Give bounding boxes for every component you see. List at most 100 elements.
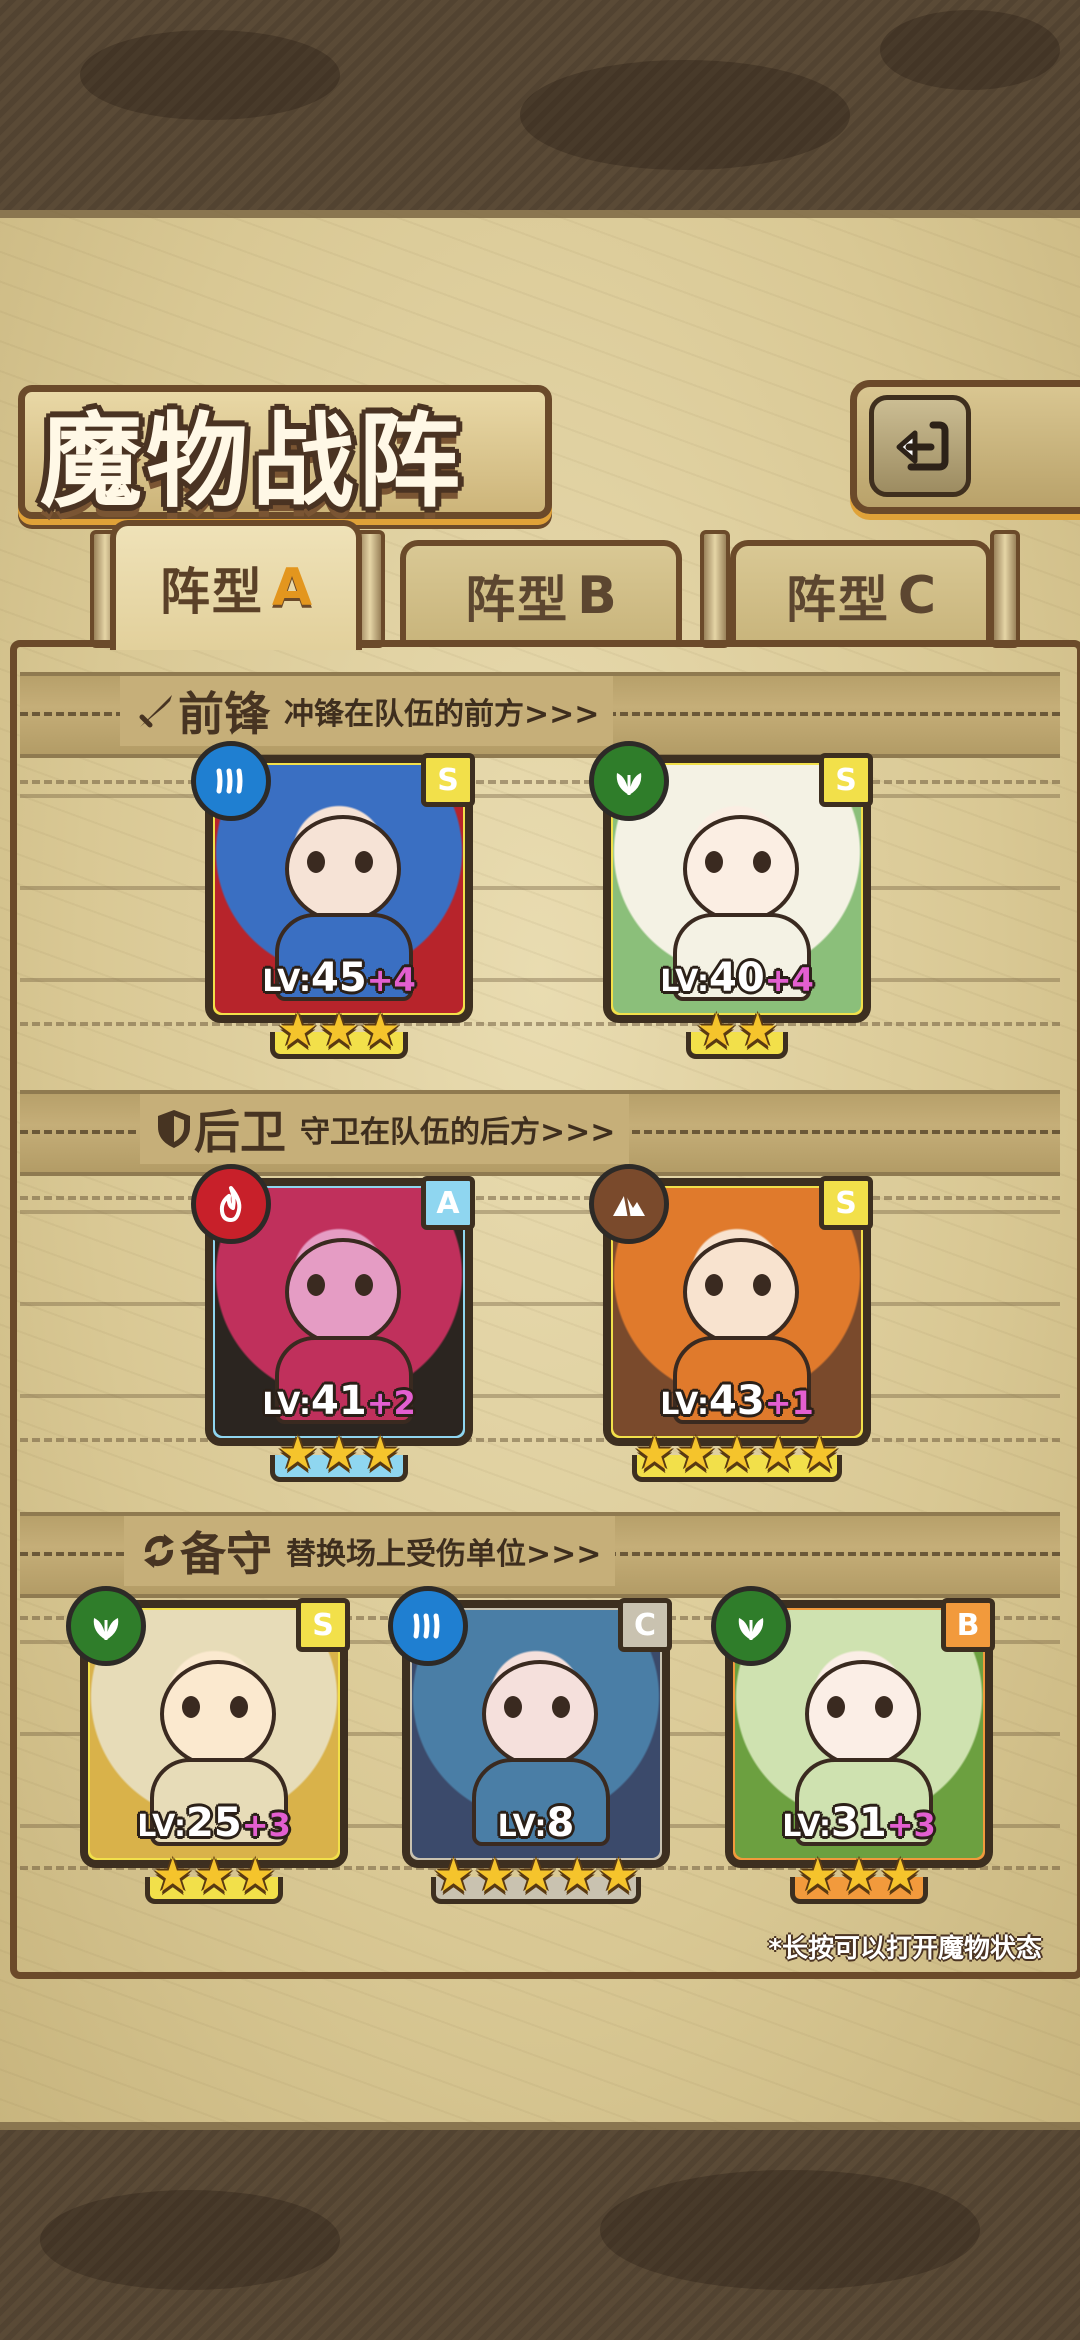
level-value: 43 bbox=[709, 1378, 765, 1424]
tab-formation-c[interactable]: 阵型 C bbox=[730, 540, 992, 646]
water-icon bbox=[388, 1586, 468, 1666]
level-value: 40 bbox=[709, 955, 765, 1001]
level-prefix: LV: bbox=[262, 1387, 312, 1422]
tab-formation-b[interactable]: 阵型 B bbox=[400, 540, 682, 646]
star-rating: ★ ★ bbox=[696, 1007, 779, 1053]
star-icon: ★ bbox=[675, 1426, 717, 1480]
level-label: LV:41+2 bbox=[205, 1378, 473, 1424]
star-rating: ★ ★ ★ bbox=[797, 1852, 921, 1898]
level-bonus: +3 bbox=[886, 1806, 936, 1844]
section-desc: 冲锋在队伍的前方>>> bbox=[284, 697, 600, 732]
star-icon: ★ bbox=[838, 1848, 880, 1902]
star-icon: ★ bbox=[474, 1848, 516, 1902]
monster-card-front[interactable]: S LV:40+4 ★ ★ bbox=[589, 741, 873, 1059]
level-label: LV:40+4 bbox=[603, 955, 871, 1001]
star-icon: ★ bbox=[318, 1426, 360, 1480]
star-icon: ★ bbox=[152, 1848, 194, 1902]
rank-badge: A bbox=[421, 1176, 475, 1230]
rank-badge: C bbox=[618, 1598, 672, 1652]
section-title-back: 后卫 守卫在队伍的后方>>> bbox=[140, 1094, 630, 1164]
rank-badge: S bbox=[421, 753, 475, 807]
star-icon: ★ bbox=[234, 1848, 276, 1902]
monster-card-front[interactable]: S LV:45+4 ★ ★ ★ bbox=[191, 741, 475, 1059]
long-press-hint: *长按可以打开魔物状态 bbox=[768, 1934, 1042, 1964]
star-icon: ★ bbox=[879, 1848, 921, 1902]
monster-card-reserve[interactable]: S LV:25+3 ★ ★ ★ bbox=[66, 1586, 350, 1904]
star-icon: ★ bbox=[359, 1426, 401, 1480]
fire-icon bbox=[191, 1164, 271, 1244]
monster-card-reserve[interactable]: B LV:31+3 ★ ★ ★ bbox=[711, 1586, 995, 1904]
star-icon: ★ bbox=[277, 1426, 319, 1480]
level-prefix: LV: bbox=[782, 1809, 832, 1844]
mountain-icon bbox=[589, 1164, 669, 1244]
star-icon: ★ bbox=[556, 1848, 598, 1902]
star-icon: ★ bbox=[633, 1426, 676, 1480]
level-value: 41 bbox=[311, 1378, 367, 1424]
map-background-bottom bbox=[0, 2130, 1080, 2340]
level-label: LV:43+1 bbox=[603, 1378, 871, 1424]
star-icon: ★ bbox=[193, 1848, 235, 1902]
level-prefix: LV: bbox=[497, 1809, 547, 1844]
star-icon: ★ bbox=[597, 1848, 640, 1902]
section-title-front: 前锋 冲锋在队伍的前方>>> bbox=[120, 676, 614, 746]
rank-badge: S bbox=[296, 1598, 350, 1652]
map-background-top bbox=[0, 0, 1080, 210]
level-prefix: LV: bbox=[660, 964, 710, 999]
level-value: 8 bbox=[546, 1800, 575, 1846]
level-label: LV:8 bbox=[402, 1800, 670, 1846]
level-prefix: LV: bbox=[262, 964, 312, 999]
star-icon: ★ bbox=[318, 1003, 360, 1057]
swap-icon bbox=[144, 1534, 174, 1568]
leaf-icon bbox=[711, 1586, 791, 1666]
level-label: LV:45+4 bbox=[205, 955, 473, 1001]
star-rating: ★ ★ ★ bbox=[152, 1852, 276, 1898]
star-icon: ★ bbox=[757, 1426, 799, 1480]
section-desc: 替换场上受伤单位>>> bbox=[286, 1537, 602, 1572]
star-icon: ★ bbox=[797, 1848, 839, 1902]
star-icon: ★ bbox=[716, 1426, 758, 1480]
star-rating: ★ ★ ★ ★ ★ bbox=[433, 1852, 639, 1898]
rank-badge: S bbox=[819, 1176, 873, 1230]
level-value: 31 bbox=[831, 1800, 887, 1846]
tab-letter: A bbox=[271, 558, 313, 618]
star-icon: ★ bbox=[515, 1848, 557, 1902]
level-prefix: LV: bbox=[660, 1387, 710, 1422]
row-band-back bbox=[20, 1176, 1060, 1486]
star-rating: ★ ★ ★ bbox=[277, 1430, 401, 1476]
rank-badge: B bbox=[941, 1598, 995, 1652]
star-icon: ★ bbox=[737, 1003, 779, 1057]
level-bonus: +3 bbox=[241, 1806, 291, 1844]
level-value: 25 bbox=[186, 1800, 242, 1846]
back-button[interactable] bbox=[850, 380, 1080, 514]
row-band-front bbox=[20, 760, 1060, 1070]
level-bonus: +1 bbox=[764, 1384, 814, 1422]
tab-formation-a[interactable]: 阵型 A bbox=[110, 520, 362, 650]
section-name: 前锋 bbox=[178, 687, 270, 741]
section-name: 备守 bbox=[180, 1527, 272, 1581]
tab-label: 阵型 bbox=[785, 571, 890, 629]
star-rating: ★ ★ ★ bbox=[277, 1007, 401, 1053]
monster-card-reserve[interactable]: C LV:8 ★ ★ ★ ★ ★ bbox=[388, 1586, 672, 1904]
star-icon: ★ bbox=[277, 1003, 319, 1057]
water-icon bbox=[191, 741, 271, 821]
tab-label: 阵型 bbox=[465, 571, 570, 629]
tab-label: 阵型 bbox=[159, 563, 264, 621]
star-rating: ★ ★ ★ ★ ★ bbox=[634, 1430, 840, 1476]
section-name: 后卫 bbox=[194, 1105, 286, 1159]
formation-tabs: 阵型 A 阵型 B 阵型 C bbox=[0, 520, 1080, 650]
tab-divider bbox=[700, 530, 730, 648]
tab-divider bbox=[990, 530, 1020, 648]
level-prefix: LV: bbox=[137, 1809, 187, 1844]
leaf-icon bbox=[66, 1586, 146, 1666]
rank-badge: S bbox=[819, 753, 873, 807]
page-title: 魔物战阵 bbox=[40, 402, 464, 522]
shield-icon bbox=[158, 1110, 190, 1148]
tab-letter: C bbox=[897, 566, 937, 626]
section-title-reserve: 备守 替换场上受伤单位>>> bbox=[124, 1516, 616, 1586]
return-icon bbox=[869, 395, 971, 497]
monster-card-back[interactable]: S LV:43+1 ★ ★ ★ ★ ★ bbox=[589, 1164, 873, 1482]
monster-card-back[interactable]: A LV:41+2 ★ ★ ★ bbox=[191, 1164, 475, 1482]
level-label: LV:31+3 bbox=[725, 1800, 993, 1846]
sword-icon bbox=[139, 695, 172, 728]
section-desc: 守卫在队伍的后方>>> bbox=[300, 1115, 616, 1150]
